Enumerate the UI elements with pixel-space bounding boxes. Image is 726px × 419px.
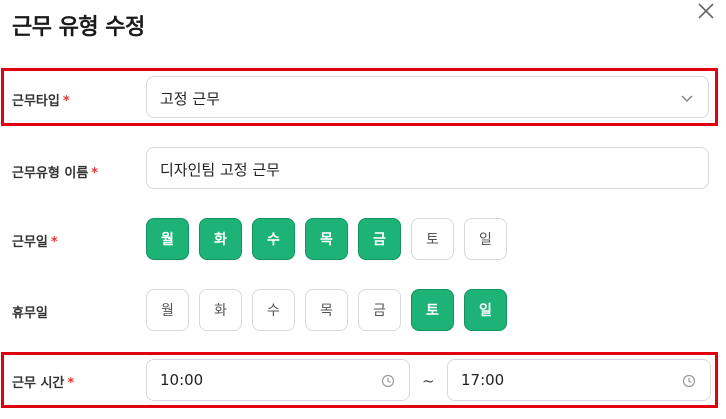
start-time-value: 10:00 (160, 371, 204, 389)
work-type-label: 근무타입 * (12, 94, 70, 109)
work-day-sun[interactable]: 일 (464, 218, 507, 260)
work-day-thu[interactable]: 목 (305, 218, 348, 260)
work-days-label: 근무일 * (12, 235, 58, 250)
off-day-tue[interactable]: 화 (199, 289, 242, 331)
work-day-fri[interactable]: 금 (358, 218, 401, 260)
off-days-label: 휴무일 (12, 306, 48, 321)
close-icon[interactable] (695, 0, 717, 22)
work-type-name-label: 근무유형 이름 * (12, 166, 99, 181)
off-day-sun[interactable]: 일 (464, 289, 507, 331)
time-separator: ~ (422, 372, 435, 390)
work-type-name-input[interactable]: 디자인팀 고정 근무 (146, 147, 709, 189)
off-day-thu[interactable]: 목 (305, 289, 348, 331)
off-day-wed[interactable]: 수 (252, 289, 295, 331)
work-type-select[interactable]: 고정 근무 (146, 76, 709, 118)
off-day-fri[interactable]: 금 (358, 289, 401, 331)
work-day-sat[interactable]: 토 (411, 218, 454, 260)
clock-icon (682, 374, 696, 388)
work-day-wed[interactable]: 수 (252, 218, 295, 260)
work-day-tue[interactable]: 화 (199, 218, 242, 260)
start-time-input[interactable]: 10:00 (146, 359, 410, 401)
end-time-value: 17:00 (461, 371, 505, 389)
work-type-value: 고정 근무 (160, 90, 220, 108)
off-day-sat[interactable]: 토 (411, 289, 454, 331)
work-days-group: 월 화 수 목 금 토 일 (146, 218, 507, 260)
work-type-name-value: 디자인팀 고정 근무 (160, 161, 280, 179)
work-time-label: 근무 시간 * (12, 376, 75, 391)
off-day-mon[interactable]: 월 (146, 289, 189, 331)
clock-icon (381, 374, 395, 388)
chevron-down-icon (681, 95, 693, 103)
modal-title: 근무 유형 수정 (12, 15, 145, 40)
off-days-group: 월 화 수 목 금 토 일 (146, 289, 507, 331)
work-day-mon[interactable]: 월 (146, 218, 189, 260)
end-time-input[interactable]: 17:00 (447, 359, 711, 401)
